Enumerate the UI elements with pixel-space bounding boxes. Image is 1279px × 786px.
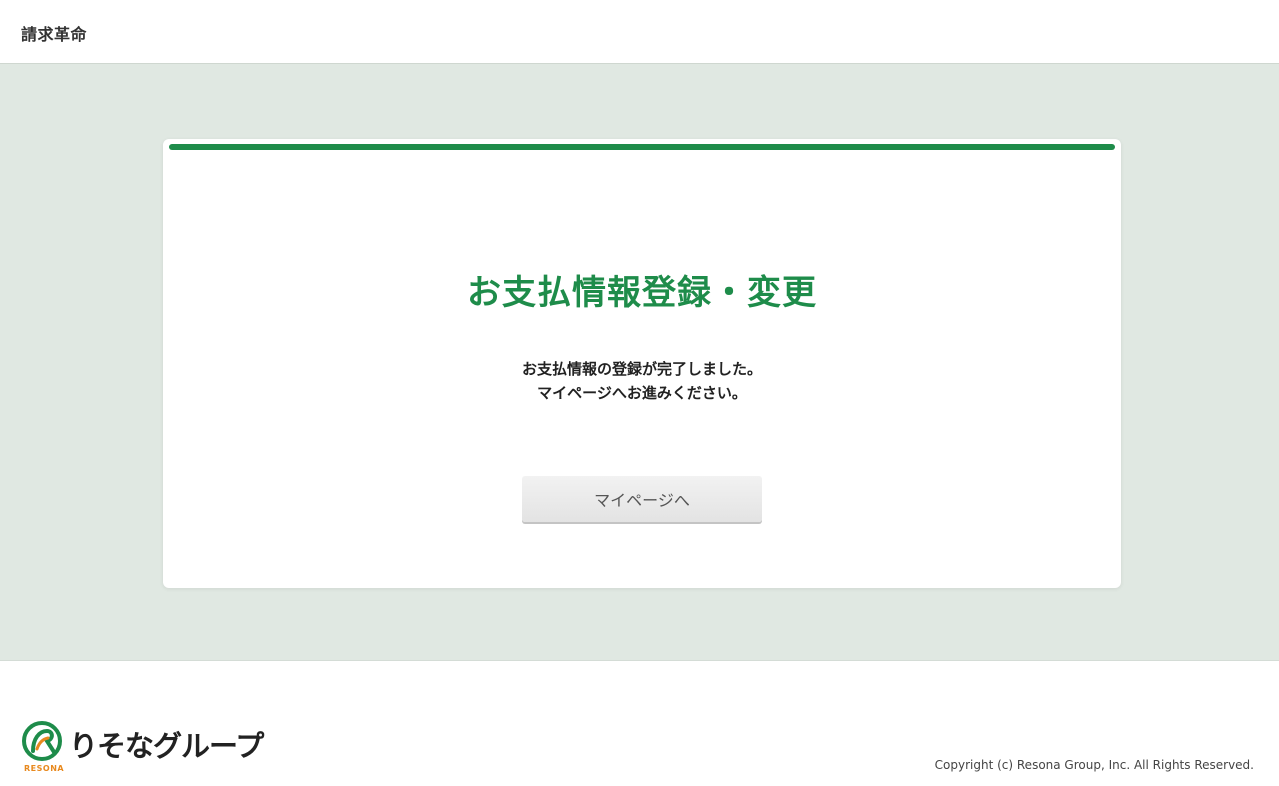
mypage-button[interactable]: マイページへ (522, 476, 762, 522)
footer: りそなグループ RESONA Copyright (c) Resona Grou… (0, 661, 1279, 786)
message-line-2: マイページへお進みください。 (537, 384, 747, 402)
main-area: お支払情報登録・変更 お支払情報の登録が完了しました。 マイページへお進みくださ… (0, 64, 1279, 661)
completion-message: お支払情報の登録が完了しました。 マイページへお進みください。 (163, 357, 1121, 405)
app-title: 請求革命 (21, 25, 88, 44)
logo-text: りそなグループ (69, 729, 264, 763)
page-title: お支払情報登録・変更 (467, 273, 817, 313)
completion-card: お支払情報登録・変更 お支払情報の登録が完了しました。 マイページへお進みくださ… (163, 139, 1121, 588)
header: 請求革命 (0, 0, 1279, 64)
logo-subtext: RESONA (24, 764, 65, 773)
resona-logo-icon (22, 721, 62, 761)
message-line-1: お支払情報の登録が完了しました。 (521, 360, 762, 378)
copyright: Copyright (c) Resona Group, Inc. All Rig… (934, 758, 1254, 772)
card-accent-bar (169, 144, 1115, 150)
resona-logo[interactable]: りそなグループ RESONA (21, 721, 281, 781)
